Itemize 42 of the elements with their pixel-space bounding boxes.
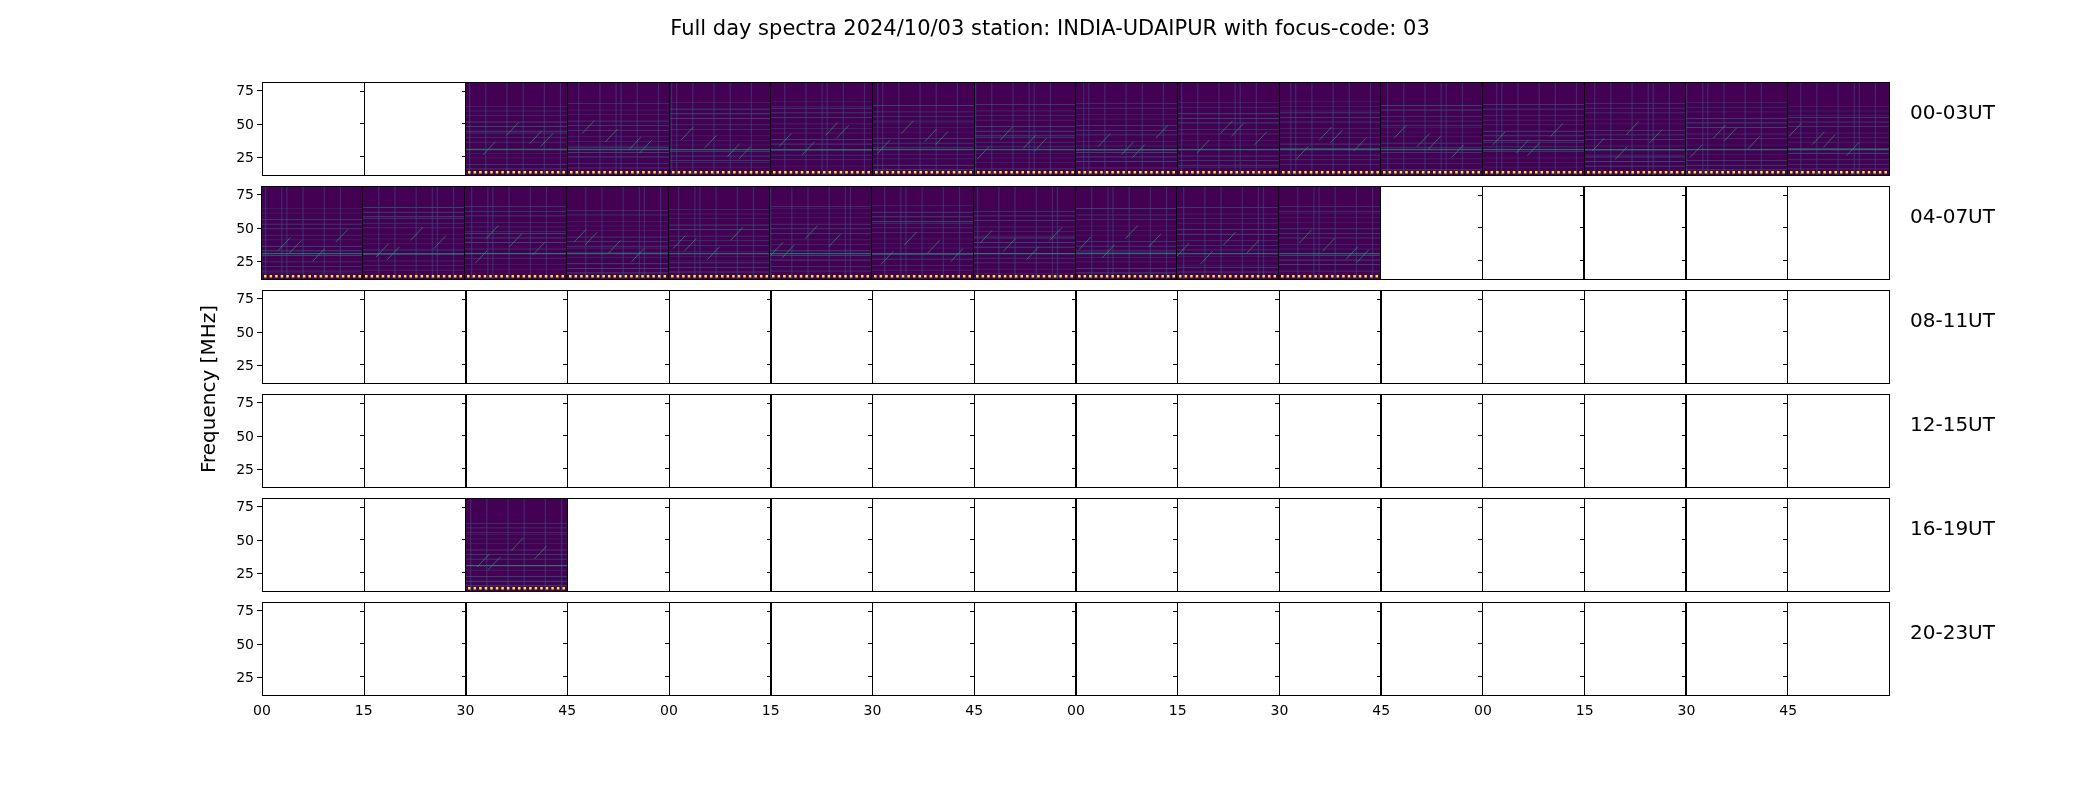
tick-label: 75 [236,394,254,411]
tick-label: 75 [236,290,254,307]
tick-label: 75 [236,498,254,515]
tick-label: 15 [354,702,373,718]
tick-label: 50 [236,323,254,340]
tick-label: 25 [236,565,254,582]
row-label: 16-19UT [1909,515,1995,542]
tick-label: 00 [1067,702,1085,718]
tick-label: 00 [660,702,678,718]
tick-label: 50 [236,531,254,548]
row-label: 20-23UT [1909,619,1995,646]
tick-label: 75 [236,186,254,203]
tick-label: 15 [1168,702,1187,718]
row-label: 04-07UT [1909,203,1995,230]
tick-label: 30 [456,702,475,718]
row-label: 08-11UT [1909,307,1995,334]
figure-title: Full day spectra 2024/10/03 station: INDIA-UDAIPUR with focus-code: 03 [670,15,1430,42]
tick-label: 45 [1372,702,1391,718]
row-label: 00-03UT [1909,99,1995,126]
tick-label: 00 [1474,702,1492,718]
tick-label: 15 [761,702,780,718]
tick-label: 50 [236,219,254,236]
tick-label: 75 [236,82,254,99]
tick-label: 30 [863,702,882,718]
axis-label: Frequency [MHz] [196,304,220,474]
tick-label: 45 [965,702,984,718]
tick-label: 50 [236,635,254,652]
tick-label: 75 [236,602,254,619]
tick-label: 45 [558,702,577,718]
tick-label: 30 [1677,702,1696,718]
tick-label: 25 [236,461,254,478]
tick-label: 00 [253,702,271,718]
tick-label: 25 [236,357,254,374]
tick-label: 25 [236,149,254,166]
tick-label: 15 [1575,702,1594,718]
tick-label: 30 [1270,702,1289,718]
tick-label: 50 [236,115,254,132]
tick-label: 25 [236,669,254,686]
tick-label: 50 [236,427,254,444]
tick-label: 45 [1779,702,1798,718]
row-label: 12-15UT [1909,411,1995,438]
tick-label: 25 [236,253,254,270]
